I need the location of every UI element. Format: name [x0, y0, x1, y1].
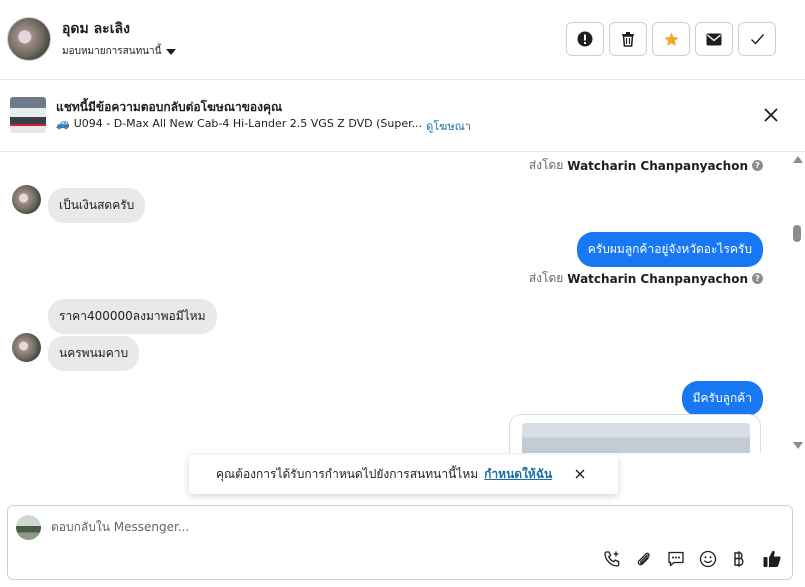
question-icon[interactable]: ? [752, 160, 763, 171]
scroll-down-icon[interactable] [793, 442, 803, 449]
sender-name: Watcharin Chanpanyachon [567, 158, 748, 173]
avatar[interactable] [12, 333, 41, 362]
saved-reply-icon [668, 551, 684, 567]
attachment-photo [522, 423, 750, 453]
outgoing-message[interactable]: มีครับลูกค้า [681, 381, 763, 416]
sent-by-label: ส่งโดย Watcharin Chanpanyachon ? [529, 156, 763, 175]
star-icon [663, 31, 679, 46]
paperclip-icon [637, 552, 650, 566]
trash-icon [622, 32, 634, 47]
reply-composer [7, 505, 793, 580]
incoming-message[interactable]: นครพนมคาบ [48, 336, 140, 371]
saved-reply-button[interactable] [665, 548, 687, 570]
message-thread[interactable]: ส่งโดย Watcharin Chanpanyachon ? เป็นเงิ… [0, 153, 790, 453]
assign-conversation-dropdown[interactable]: มอบหมายการสนทนานี้ [62, 44, 177, 59]
thumbs-up-icon [763, 550, 781, 567]
baht-icon [734, 551, 744, 567]
scroll-up-icon[interactable] [793, 156, 803, 163]
page-avatar [16, 515, 41, 540]
mark-done-button[interactable] [738, 22, 776, 56]
check-icon [750, 34, 764, 45]
contact-name[interactable]: อุดม ละเลิง [62, 18, 130, 40]
call-button[interactable] [601, 548, 623, 570]
outgoing-message[interactable]: ครับผมลูกค้าอยู่จังหวัดอะไรครับ [576, 232, 763, 267]
message-scrollbar[interactable] [790, 153, 805, 453]
emoji-icon [699, 550, 717, 568]
report-button[interactable] [566, 22, 604, 56]
envelope-icon [706, 33, 722, 45]
sent-by-prefix: ส่งโดย [528, 158, 564, 172]
sent-by-prefix: ส่งโดย [528, 271, 564, 285]
vehicle-icon: 🚙 [56, 117, 70, 130]
assign-label: มอบหมายการสนทนานี้ [62, 46, 162, 57]
question-icon[interactable]: ? [752, 273, 763, 284]
ad-banner-title: แชทนี้มีข้อความตอบกลับต่อโฆษณาของคุณ [56, 100, 283, 114]
exclamation-circle-icon [577, 31, 593, 47]
view-ad-link[interactable]: ดูโฆษณา [426, 117, 471, 135]
sender-name: Watcharin Chanpanyachon [567, 271, 748, 286]
conversation-header: อุดม ละเลิง มอบหมายการสนทนานี้ [0, 0, 805, 80]
mark-unread-button[interactable] [695, 22, 733, 56]
contact-avatar[interactable] [7, 17, 51, 61]
close-icon[interactable] [573, 467, 587, 481]
ad-product-title: U094 - D-Max All New Cab-4 Hi-Lander 2.5… [73, 117, 423, 130]
like-button[interactable] [761, 548, 783, 570]
reply-input[interactable] [51, 515, 651, 539]
image-attachment[interactable] [509, 414, 761, 453]
assign-toast: คุณต้องการได้รับการกำหนดไปยังการสนทนานี้… [189, 455, 618, 494]
ad-banner-subtitle-row: 🚙 U094 - D-Max All New Cab-4 Hi-Lander 2… [56, 117, 471, 135]
star-button[interactable] [652, 22, 690, 56]
scrollbar-thumb[interactable] [793, 225, 801, 242]
attach-button[interactable] [633, 548, 655, 570]
close-icon[interactable] [762, 106, 780, 124]
sent-by-label: ส่งโดย Watcharin Chanpanyachon ? [529, 269, 763, 288]
delete-button[interactable] [609, 22, 647, 56]
incoming-message[interactable]: ราคา400000ลงมาพอมีไหม [48, 299, 217, 334]
assign-to-me-link[interactable]: กำหนดให้ฉัน [484, 465, 552, 484]
caret-down-icon [166, 48, 177, 55]
ad-thumbnail[interactable] [10, 97, 46, 133]
payment-button[interactable] [728, 548, 750, 570]
toast-text: คุณต้องการได้รับการกำหนดไปยังการสนทนานี้… [216, 467, 479, 481]
emoji-button[interactable] [697, 548, 719, 570]
ad-reply-banner: แชทนี้มีข้อความตอบกลับต่อโฆษณาของคุณ 🚙 U… [0, 81, 805, 152]
phone-plus-icon [604, 551, 620, 567]
incoming-message[interactable]: เป็นเงินสดครับ [48, 188, 146, 223]
avatar[interactable] [12, 185, 41, 214]
